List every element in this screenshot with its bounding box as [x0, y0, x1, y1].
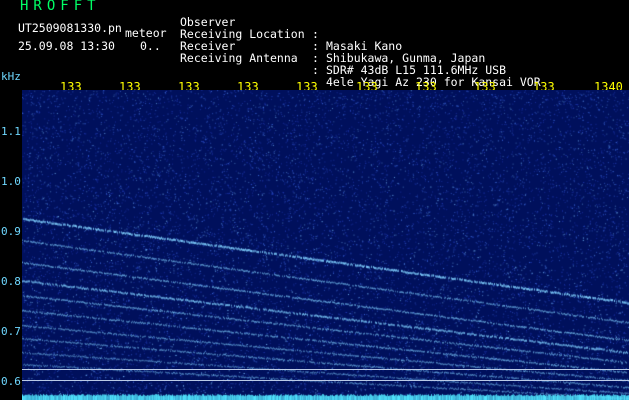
y-tick-label: 0.7: [1, 325, 21, 338]
y-tick-label: 0.9: [1, 225, 21, 238]
spectrogram: [22, 90, 629, 400]
hrofft-window: HROFFT UT2509081330.pn meteor 25.09.08 1…: [0, 0, 629, 400]
y-tick-label: 0.6: [1, 375, 21, 388]
spectrogram-canvas: [22, 90, 629, 400]
info-label: Receiving Antenna: [180, 51, 298, 65]
y-tick-label: 1.1: [1, 125, 21, 138]
guide-line: [22, 369, 629, 370]
info-colon: :: [312, 63, 319, 77]
mode-label: meteor: [125, 26, 167, 40]
y-tick-label: 1.0: [1, 175, 21, 188]
date-time: 25.09.08 13:30: [18, 39, 115, 53]
app-title: HROFFT: [20, 0, 101, 14]
file-name: UT2509081330.pn: [18, 21, 122, 35]
y-tick-label: 0.8: [1, 275, 21, 288]
counter: 0..: [140, 39, 161, 53]
guide-line: [22, 380, 629, 381]
y-unit-label: kHz: [1, 70, 21, 83]
